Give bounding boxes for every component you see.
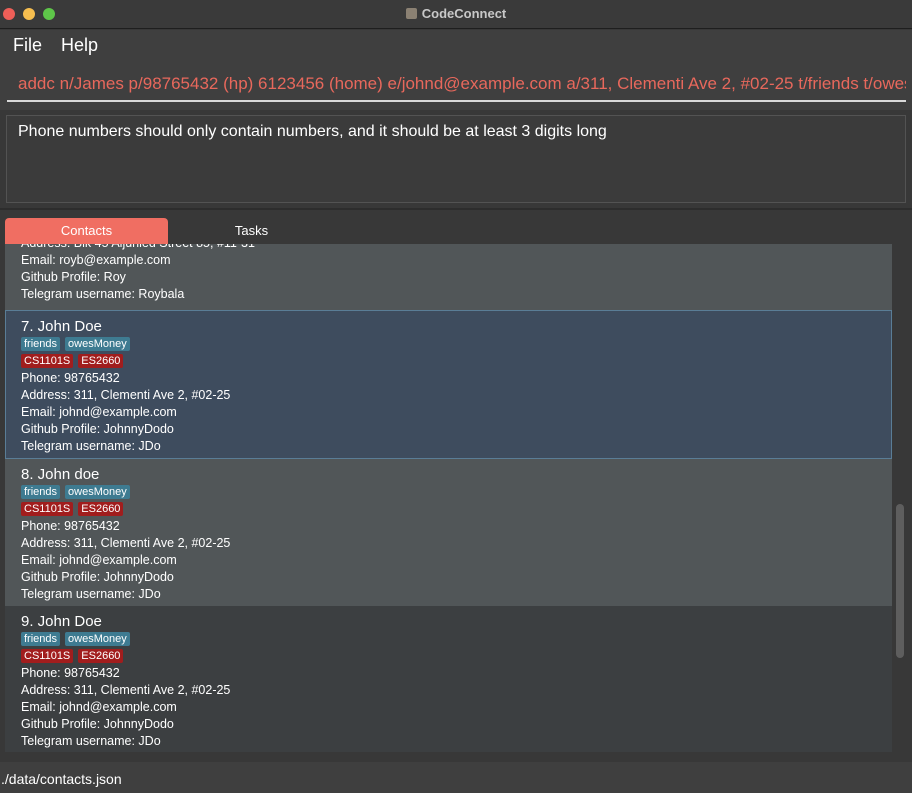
course-tag: ES2660 [78,649,124,663]
contact-github: Github Profile: JohnnyDodo [21,717,174,731]
status-bar: ./data/contacts.json [0,762,912,793]
result-area: Phone numbers should only contain number… [0,110,912,208]
tag: friends [21,337,61,351]
tag: owesMoney [65,485,130,499]
course-tag: ES2660 [78,502,124,516]
window-title: CodeConnect [421,6,507,21]
tag: friends [21,485,61,499]
course-tag: ES2660 [78,354,124,368]
title-bar: CodeConnect [0,0,912,29]
course-tag-row: CS1101S ES2660 [21,354,891,370]
contact-email: Email: johnd@example.com [21,553,177,567]
command-input[interactable] [7,68,906,102]
contact-card[interactable]: 9. John Doe friends owesMoney CS1101S ES26… [5,606,892,752]
contact-email: Email: royb@example.com [21,253,171,267]
course-tag-row: CS1101S ES2660 [21,649,892,665]
tag: owesMoney [65,337,130,351]
course-tag-row: CS1101S ES2660 [21,502,892,518]
contact-name: 7. John Doe [21,318,102,335]
contact-github: Github Profile: JohnnyDodo [21,570,174,584]
contact-name: 9. John Doe [21,613,102,630]
tag-row: friends owesMoney [21,632,892,648]
app-icon [405,8,417,19]
course-tag: CS1101S [21,502,74,516]
contact-list[interactable]: Address: Blk 45 Aljunied Street 85, #11-… [5,244,892,752]
course-tag: CS1101S [21,649,74,663]
scrollbar-thumb[interactable] [896,504,904,658]
scrollbar-track[interactable] [892,244,908,752]
contact-telegram: Telegram username: JDo [21,587,161,601]
course-tag: CS1101S [21,354,74,368]
contact-address: Address: 311, Clementi Ave 2, #02-25 [21,536,231,550]
contact-email: Email: johnd@example.com [21,700,177,714]
contact-telegram: Telegram username: JDo [21,439,161,453]
tag: friends [21,632,61,646]
contact-telegram: Telegram username: JDo [21,734,161,748]
app-window: CodeConnect File Help Phone numbers shou… [0,0,912,793]
contact-phone: Phone: 98765432 [21,666,120,680]
window-title-area: CodeConnect [0,6,912,21]
contact-card-selected[interactable]: 7. John Doe friends owesMoney CS1101S ES26… [5,310,892,459]
list-bottom-gap [0,752,912,762]
contact-email: Email: johnd@example.com [21,405,177,419]
contact-github: Github Profile: Roy [21,270,126,284]
data-file-path: ./data/contacts.json [1,771,122,787]
contact-card[interactable]: 8. John doe friends owesMoney CS1101S ES26… [5,459,892,606]
menu-file[interactable]: File [13,35,42,56]
result-display[interactable]: Phone numbers should only contain number… [6,115,906,203]
contact-phone: Phone: 98765432 [21,519,120,533]
command-box [0,60,912,110]
contact-telegram: Telegram username: Roybala [21,287,185,301]
contact-address: Address: 311, Clementi Ave 2, #02-25 [21,388,231,402]
tab-contacts[interactable]: Contacts [5,218,168,244]
tab-tasks[interactable]: Tasks [170,218,333,244]
tag: owesMoney [65,632,130,646]
tab-bar: Contacts Tasks [0,210,912,244]
menu-help[interactable]: Help [61,35,98,56]
menu-bar: File Help [0,30,912,60]
contact-card[interactable]: Address: Blk 45 Aljunied Street 85, #11-… [5,244,892,310]
contact-name: 8. John doe [21,466,100,483]
tag-row: friends owesMoney [21,337,891,353]
contact-github: Github Profile: JohnnyDodo [21,422,174,436]
contact-phone: Phone: 98765432 [21,371,120,385]
tag-row: friends owesMoney [21,485,892,501]
contact-address: Address: Blk 45 Aljunied Street 85, #11-… [21,244,892,252]
contact-address: Address: 311, Clementi Ave 2, #02-25 [21,683,231,697]
